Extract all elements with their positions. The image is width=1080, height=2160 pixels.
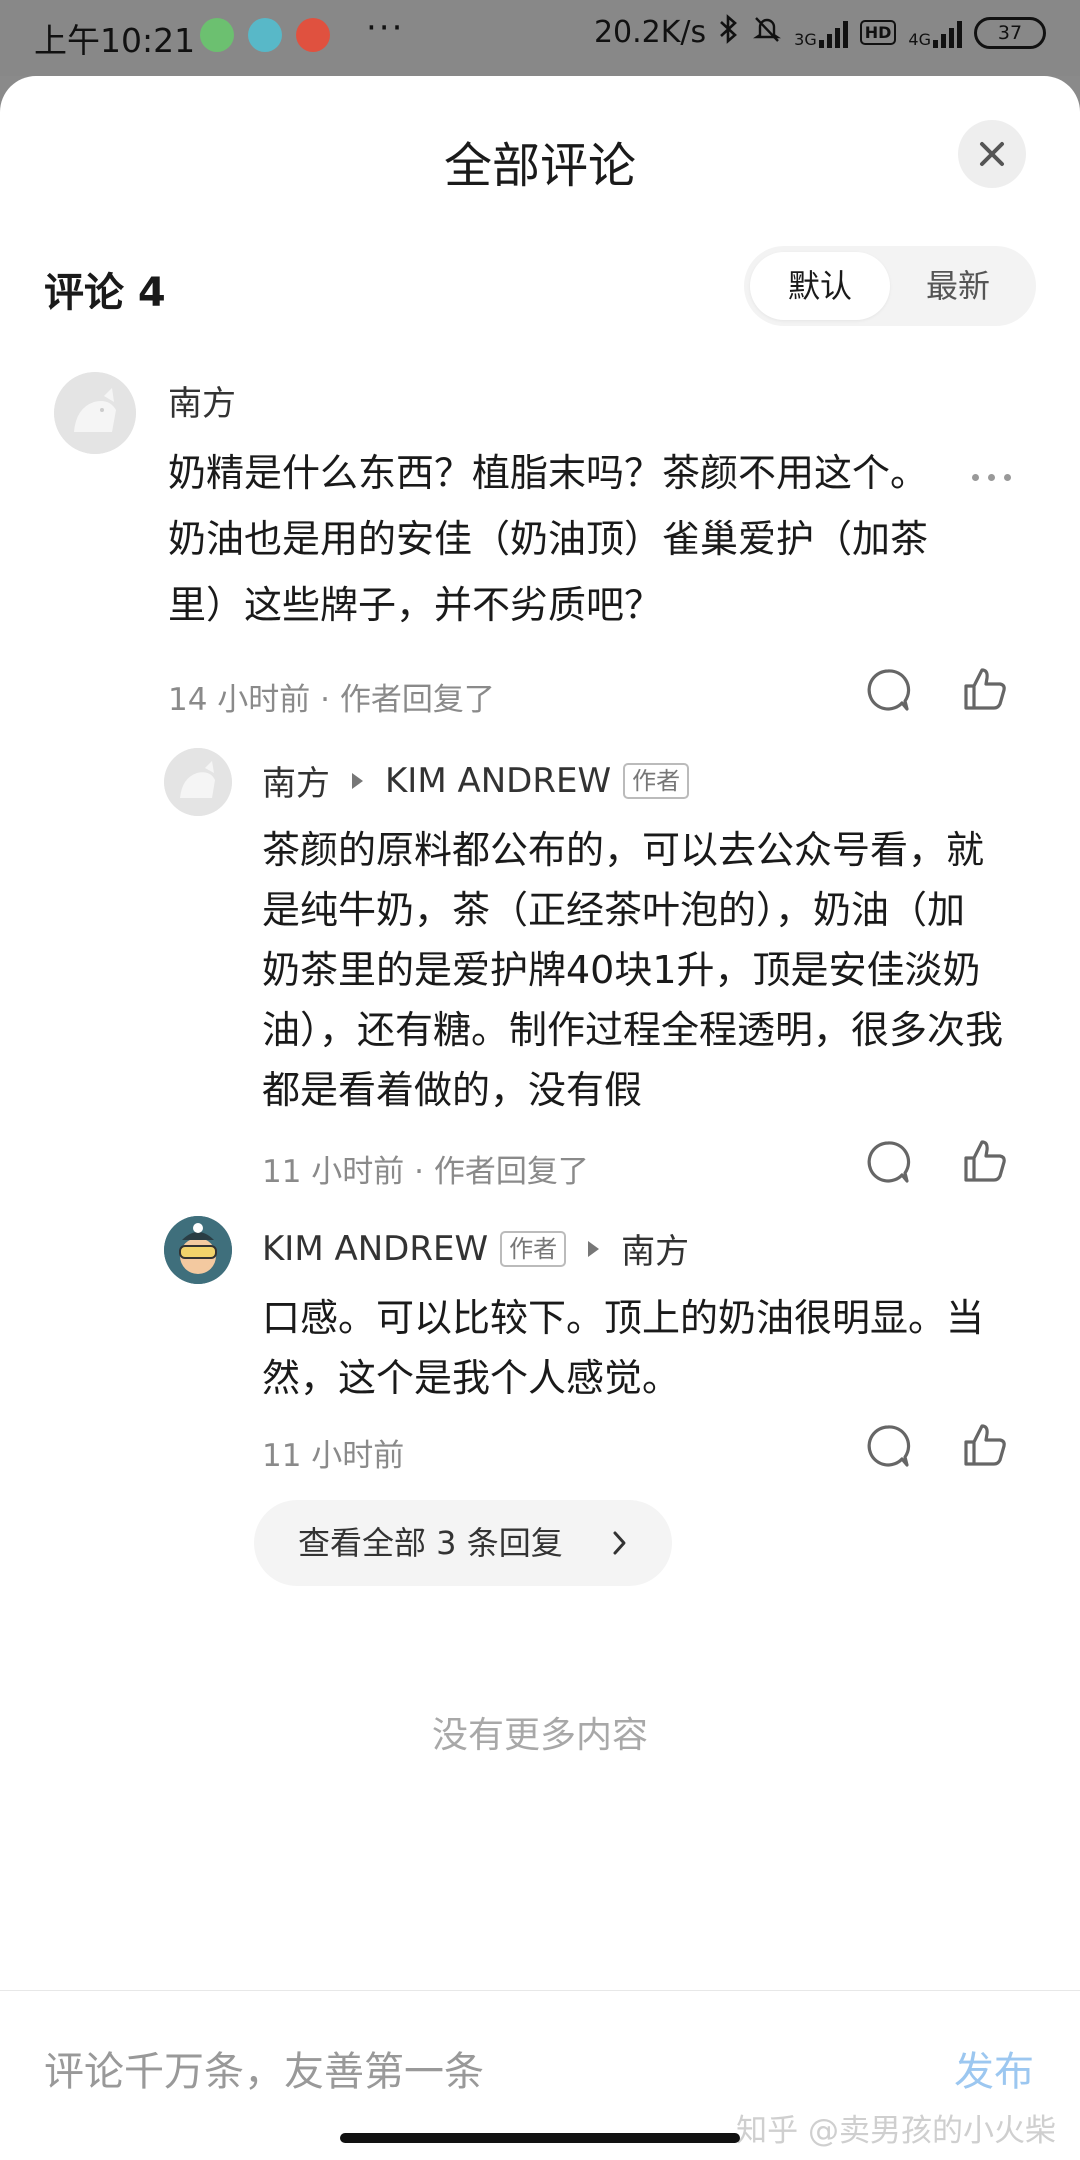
battery-icon: 37 <box>974 16 1046 49</box>
watermark: 知乎 @卖男孩的小火柴 <box>736 2113 1056 2149</box>
close-icon <box>980 142 1004 166</box>
bluetooth-icon <box>718 14 740 51</box>
signal-bars-icon <box>818 18 848 48</box>
reply-icon[interactable] <box>864 666 912 718</box>
hd-icon: HD <box>859 20 897 45</box>
avatar[interactable] <box>54 372 136 454</box>
reply-text: 口感。可以比较下。顶上的奶油很明显。当 然，这个是我个人感觉。 <box>262 1296 985 1400</box>
reply-meta: 11 小时前 · 作者回复了 <box>262 1154 589 1190</box>
sort-default-button[interactable]: 默认 <box>750 252 890 320</box>
chevron-right-icon <box>610 1500 628 1618</box>
avatar[interactable] <box>164 1216 232 1284</box>
reply-author[interactable]: 南方 <box>262 756 330 805</box>
reply-arrow-icon <box>352 772 363 789</box>
like-icon[interactable] <box>960 664 1010 718</box>
avatar[interactable] <box>164 748 232 816</box>
view-all-replies-button[interactable]: 查看全部 3 条回复 <box>254 1500 672 1586</box>
comment-meta: 14 小时前 · 作者回复了 <box>168 682 495 718</box>
reply-to-user[interactable]: 南方 <box>621 1224 689 1273</box>
sheet-title: 全部评论 <box>443 138 636 194</box>
weibo-notification-icon <box>296 18 330 52</box>
notification-icons <box>200 18 330 52</box>
home-indicator[interactable] <box>340 2133 740 2143</box>
sort-latest-button[interactable]: 最新 <box>888 252 1028 320</box>
reply-author[interactable]: KIM ANDREW <box>262 1229 488 1269</box>
no-more-content: 没有更多内容 <box>431 1715 648 1756</box>
more-notifications-icon: ··· <box>366 8 405 48</box>
comment-count: 评论 4 <box>44 270 166 316</box>
comment-author[interactable]: 南方 <box>168 376 236 425</box>
signal-4g: 4G <box>908 18 962 48</box>
status-bar: 上午10:21 ··· 20.2K/s 3G HD 4G 37 <box>0 0 1080 76</box>
comment-text: 奶精是什么东西？植脂末吗？茶颜不用这个。 奶油也是用的安佳（奶油顶）雀巢爱护（加… <box>168 451 929 627</box>
like-icon[interactable] <box>960 1420 1010 1474</box>
reply-meta: 11 小时前 <box>262 1438 405 1474</box>
wechat-notification-icon <box>200 18 234 52</box>
signal-3g: 3G <box>794 18 848 48</box>
publish-button[interactable]: 发布 <box>954 2039 1034 2097</box>
reply-icon[interactable] <box>864 1422 912 1474</box>
reply-arrow-icon <box>588 1240 600 1257</box>
author-badge: 作者 <box>623 762 690 799</box>
status-time: 上午10:21 <box>34 21 196 60</box>
signal-bars-icon <box>933 18 962 48</box>
reply-icon[interactable] <box>864 1138 912 1190</box>
mute-bell-icon <box>752 14 782 51</box>
like-icon[interactable] <box>960 1136 1010 1190</box>
app-notification-icon <box>248 18 282 52</box>
reply-author-line: 南方 KIM ANDREW 作者 <box>262 756 690 805</box>
comment-input-bar: 评论千万条，友善第一条 发布 知乎 @卖男孩的小火柴 <box>0 1990 1080 2160</box>
reply-to-user[interactable]: KIM ANDREW <box>385 761 611 801</box>
close-button[interactable] <box>958 120 1026 188</box>
sort-toggle: 默认 最新 <box>744 246 1036 326</box>
status-indicators: 20.2K/s 3G HD 4G 37 <box>594 14 1046 51</box>
reply-author-line: KIM ANDREW 作者 南方 <box>262 1224 689 1273</box>
comment-input[interactable]: 评论千万条，友善第一条 <box>44 2039 484 2097</box>
comments-sheet: 全部评论 评论 4 默认 最新 南方 奶精是什么东西？植脂末吗？茶颜不用这个。 … <box>0 76 1080 2160</box>
author-badge: 作者 <box>500 1230 567 1267</box>
reply-text: 茶颜的原料都公布的，可以去公众号看，就 是纯牛奶，茶（正经茶叶泡的），奶油（加 … <box>262 828 1004 1112</box>
network-speed: 20.2K/s <box>593 15 707 50</box>
